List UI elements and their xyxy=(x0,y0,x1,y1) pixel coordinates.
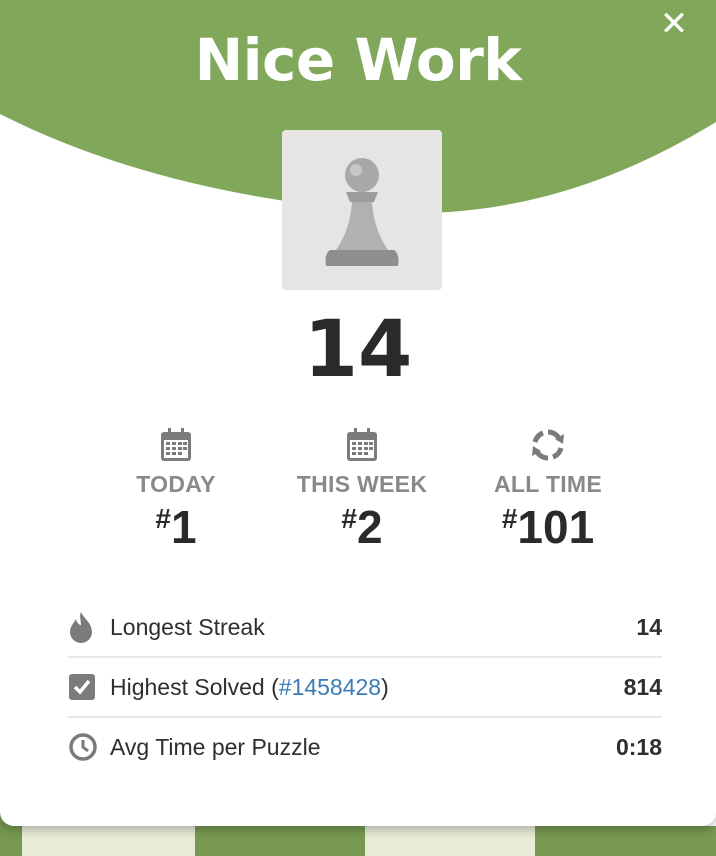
stat-value: 0:18 xyxy=(615,733,662,760)
close-button[interactable]: ✕ xyxy=(656,6,692,42)
clock-icon xyxy=(69,733,97,761)
pawn-badge xyxy=(282,130,442,290)
stat-avg-time: Avg Time per Puzzle 0:18 xyxy=(68,718,662,776)
checkbox-icon xyxy=(69,674,95,700)
stat-label: Highest Solved (#1458428) xyxy=(110,673,389,700)
stat-value: 14 xyxy=(636,613,662,640)
flame-icon xyxy=(70,612,92,643)
rank-value: #101 xyxy=(501,501,595,553)
stats-list: Longest Streak 14 Highest Solved (#14584… xyxy=(68,598,662,776)
rank-value: #2 xyxy=(341,501,383,553)
stat-highest-solved: Highest Solved (#1458428) 814 xyxy=(68,658,662,718)
stat-longest-streak: Longest Streak 14 xyxy=(68,598,662,658)
puzzle-score: 14 xyxy=(303,305,413,395)
rank-label: THIS WEEK xyxy=(296,471,428,497)
stat-value: 814 xyxy=(623,673,662,700)
rank-label: ALL TIME xyxy=(493,471,603,497)
rank-today: TODAY #1 xyxy=(96,425,256,552)
pawn-icon xyxy=(325,158,399,266)
rank-value: #1 xyxy=(155,501,197,553)
refresh-icon xyxy=(532,429,564,461)
rank-all-time: ALL TIME #101 xyxy=(468,425,628,552)
rank-this-week: THIS WEEK #2 xyxy=(282,425,442,552)
stat-label: Avg Time per Puzzle xyxy=(110,733,321,760)
puzzle-results-modal: Nice Work ✕ 14 TODAY #1 THIS WEEK #2 ALL… xyxy=(0,0,716,826)
calendar-icon xyxy=(161,428,191,461)
rank-label: TODAY xyxy=(136,471,216,497)
puzzle-link[interactable]: #1458428 xyxy=(279,674,381,700)
close-icon: ✕ xyxy=(659,5,689,43)
modal-title: Nice Work xyxy=(194,26,522,94)
stat-label: Longest Streak xyxy=(110,613,265,640)
calendar-icon xyxy=(347,428,377,461)
